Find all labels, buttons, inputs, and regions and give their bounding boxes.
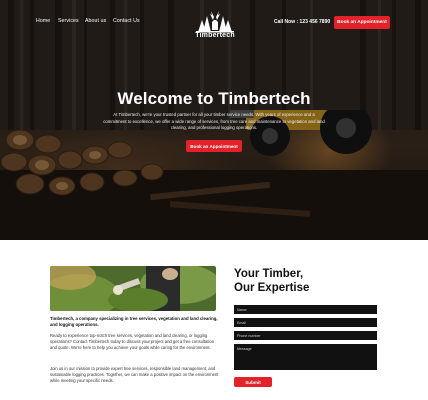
nav-link-home[interactable]: Home [36, 18, 50, 24]
submit-button[interactable]: Submit [234, 377, 272, 387]
book-appointment-button[interactable]: Book an Appointment [334, 16, 390, 29]
top-nav: Home Services About us Contact Us Timber… [0, 0, 428, 40]
name-field[interactable] [234, 305, 377, 314]
form-title: Your Timber, Our Expertise [234, 267, 309, 295]
nav-link-contact-us[interactable]: Contact Us [113, 18, 140, 24]
nav-link-services[interactable]: Services [58, 18, 79, 24]
about-paragraph-1: Ready to experience top-notch tree servi… [50, 333, 215, 350]
form-title-line-2: Our Expertise [234, 282, 310, 294]
about-heading: Timbertech, a company specializing in tr… [50, 316, 218, 327]
hero-book-appointment-button[interactable]: Book an Appointment [186, 140, 242, 152]
message-field[interactable] [234, 344, 377, 370]
hero-title: Welcome to Timbertech [117, 89, 311, 108]
call-now-text[interactable]: Call Now : 123 456 7890 [274, 19, 330, 25]
arborist-photo [50, 266, 216, 311]
hero-subtitle: At Timbertech, we're your trusted partne… [103, 112, 325, 130]
hero-section: Home Services About us Contact Us Timber… [0, 0, 428, 240]
nav-link-about-us[interactable]: About us [85, 18, 106, 24]
about-paragraph-2: Join us in our mission to provide expert… [50, 366, 219, 383]
form-title-line-1: Your Timber, [234, 268, 304, 280]
email-field[interactable] [234, 318, 377, 327]
logo-text: Timbertech [195, 32, 235, 39]
phone-field[interactable] [234, 331, 377, 340]
